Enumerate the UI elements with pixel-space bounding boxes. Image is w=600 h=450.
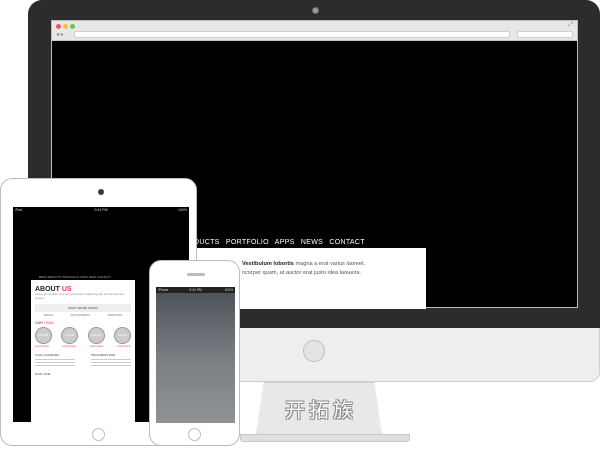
apple-logo-icon bbox=[303, 340, 325, 362]
site-navigation: DUCTS PORTFOLIO APPS NEWS CONTACT bbox=[194, 239, 369, 246]
team-avatars: DOLOR DOLOR DOLOR DOLOR bbox=[35, 326, 131, 344]
content-text-line-2: ncorper quam, at auctor erat justo idea … bbox=[242, 270, 362, 276]
team-title-text: OUR bbox=[35, 320, 43, 325]
goal-label: GOAL ONE bbox=[35, 371, 51, 376]
goal-column: GOAL ACHIEVED bbox=[35, 353, 75, 366]
nav-item-news[interactable]: NEWS bbox=[301, 239, 323, 246]
minimize-window-button[interactable] bbox=[63, 24, 68, 29]
battery-label: 100% bbox=[224, 288, 233, 292]
ipad-about-page: ABOUT US Lorem ipsum dolor sit amet, con… bbox=[31, 280, 135, 422]
maximize-window-button[interactable] bbox=[70, 24, 75, 29]
nav-item-contact[interactable]: CONTACT bbox=[329, 239, 364, 246]
progress-lines bbox=[91, 358, 131, 366]
clock-label: 9:41 PM bbox=[94, 208, 108, 212]
team-caption: Lorem Ipsum bbox=[89, 344, 104, 348]
goal-column-title: GOAL ACHIEVED bbox=[35, 352, 60, 357]
close-window-button[interactable] bbox=[56, 24, 61, 29]
team-caption: Lorem Ipsum bbox=[35, 344, 49, 348]
ipad-home-button[interactable] bbox=[92, 428, 105, 441]
what-we-do-banner: WHAT WE'RE DOING bbox=[35, 303, 131, 312]
goal-lines bbox=[35, 358, 75, 366]
nav-item-portfolio[interactable]: PORTFOLIO bbox=[226, 239, 269, 246]
ipad-camera bbox=[98, 189, 104, 195]
avatar[interactable]: DOLOR bbox=[35, 326, 52, 344]
team-captions: Lorem Ipsum Lorem Ipsum Lorem Ipsum Lore… bbox=[35, 345, 131, 348]
service-marketing: MARKETING bbox=[107, 313, 123, 317]
team-caption: Lorem Ipsum bbox=[117, 344, 131, 348]
progress-column-title: PROGRESS BAR bbox=[91, 352, 116, 357]
team-heading: OUR TEAM bbox=[35, 321, 131, 325]
clock-label: 9:41 PM bbox=[189, 288, 202, 292]
about-paragraph: Lorem ipsum dolor sit amet, consectetur … bbox=[35, 292, 124, 300]
avatar[interactable]: DOLOR bbox=[61, 326, 79, 344]
ipad-status-bar: iPad 9:41 PM 100% bbox=[13, 207, 189, 213]
nav-item-apps[interactable]: APPS bbox=[275, 239, 295, 246]
iphone-speaker bbox=[187, 273, 205, 276]
iphone-status-bar: iPhone 9:41 PM 100% bbox=[156, 287, 235, 293]
progress-column: PROGRESS BAR bbox=[91, 353, 131, 366]
back-forward-icon[interactable]: ◂ ▸ bbox=[56, 31, 64, 38]
services-columns: DESIGN PROGRAMMING MARKETING bbox=[35, 314, 131, 317]
iphone-home-button[interactable] bbox=[188, 428, 201, 441]
iphone-screen: iPhone 9:41 PM 100% bbox=[156, 287, 235, 423]
battery-label: 100% bbox=[178, 208, 187, 212]
service-programming: PROGRAMMING bbox=[70, 313, 91, 317]
imac-stand-base bbox=[240, 434, 410, 442]
fullscreen-icon[interactable]: ⤢ bbox=[568, 22, 573, 29]
address-bar[interactable] bbox=[74, 31, 510, 38]
content-text: magna a erat varius laoreet. bbox=[293, 261, 366, 267]
content-bold-text: Vestibulum lobortis bbox=[242, 261, 294, 267]
iphone-device: iPhone 9:41 PM 100% bbox=[149, 260, 240, 446]
content-text-line: Vestibulum lobortis magna a erat varius … bbox=[242, 261, 365, 267]
browser-toolbar: ◂ ▸ ⤢ bbox=[52, 21, 577, 41]
avatar[interactable]: DOLOR bbox=[87, 326, 105, 344]
team-title-accent: TEAM bbox=[43, 320, 54, 325]
browser-search-input[interactable] bbox=[517, 31, 573, 38]
service-design: DESIGN bbox=[43, 313, 54, 317]
avatar[interactable]: DOLOR bbox=[113, 326, 131, 344]
watermark-text: 开拓族 bbox=[285, 398, 357, 422]
imac-camera bbox=[312, 7, 319, 14]
team-caption: Lorem Ipsum bbox=[62, 344, 77, 348]
ipad-nav-strip[interactable]: BEST RESULTS PORTFOLIO APPS NEW CONTACT bbox=[39, 275, 111, 279]
nav-item-products[interactable]: DUCTS bbox=[194, 239, 220, 246]
stats-columns: GOAL ACHIEVED PROGRESS BAR bbox=[35, 353, 131, 366]
